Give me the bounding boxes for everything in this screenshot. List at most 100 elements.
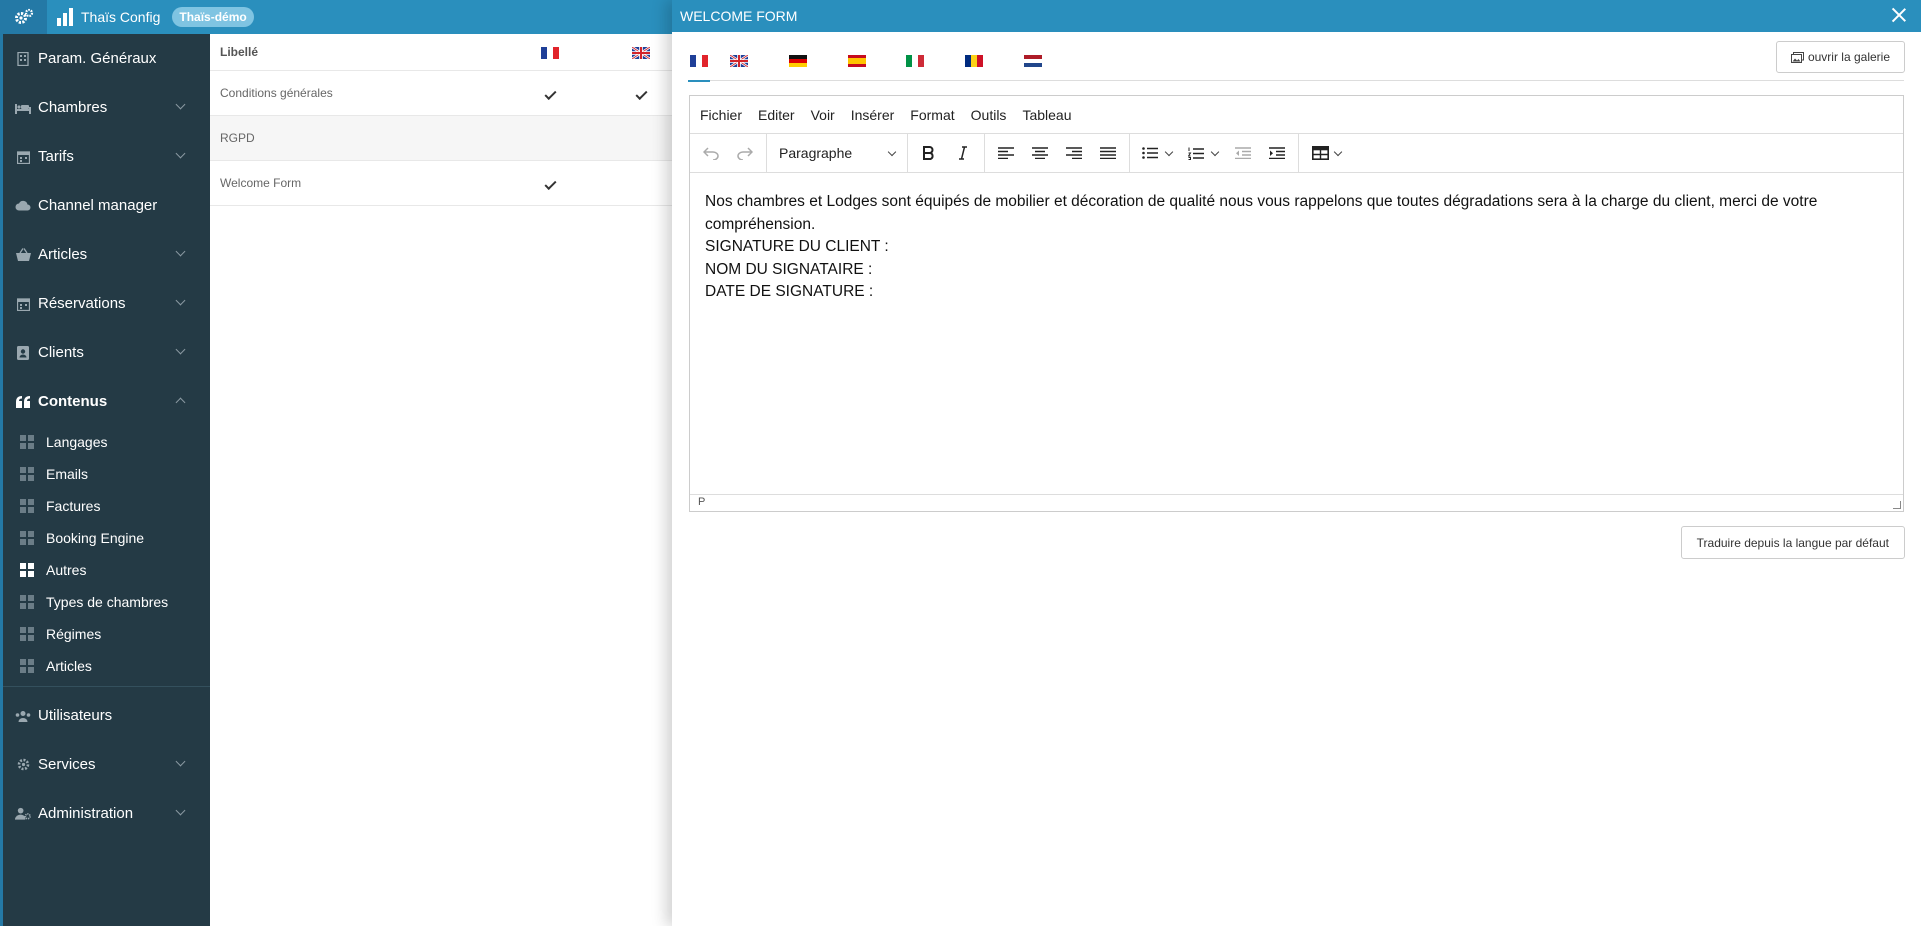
indent-button[interactable]	[1260, 138, 1294, 168]
flag-fr-icon	[541, 46, 559, 59]
tab-lang-es[interactable]	[827, 40, 886, 81]
cloud-icon	[15, 198, 31, 214]
check-fr-cell	[490, 176, 610, 191]
flag-it-icon	[906, 54, 925, 67]
cogs-icon	[14, 8, 33, 24]
menu-format[interactable]: Format	[904, 107, 960, 123]
align-left-button[interactable]	[989, 138, 1023, 168]
sidebar-item-articles[interactable]: Articles	[3, 230, 210, 279]
italic-button[interactable]	[946, 138, 980, 168]
table-row[interactable]: RGPD	[210, 116, 672, 161]
row-label: RGPD	[220, 131, 255, 145]
sidebar-item-label: Réservations	[38, 295, 126, 312]
sidebar: Param. Généraux Chambres Tarifs Channel …	[0, 34, 210, 926]
sidebar-item-label: Services	[38, 756, 96, 773]
sidebar-item-contenus[interactable]: Contenus	[3, 377, 210, 426]
editor-content[interactable]: Nos chambres et Lodges sont équipés de m…	[690, 173, 1903, 494]
column-header-libelle[interactable]: Libellé	[210, 45, 490, 59]
list-group	[1130, 133, 1299, 173]
align-left-icon	[998, 147, 1014, 159]
content-line-nom-signataire: NOM DU SIGNATAIRE :	[705, 260, 873, 278]
tab-lang-fr[interactable]	[688, 40, 710, 82]
sidebar-item-services[interactable]: Services	[3, 740, 210, 789]
tab-lang-de[interactable]	[769, 40, 828, 81]
sidebar-item-chambres[interactable]: Chambres	[3, 83, 210, 132]
sidebar-subitem-label: Langages	[46, 434, 108, 450]
sidebar-subitem-langages[interactable]: Langages	[3, 426, 210, 458]
redo-icon	[737, 147, 753, 160]
grid-icon	[20, 531, 34, 545]
redo-button[interactable]	[728, 138, 762, 168]
tab-lang-nl[interactable]	[1003, 40, 1062, 81]
check-en-cell	[610, 86, 672, 101]
menu-editer[interactable]: Editer	[752, 107, 801, 123]
bullet-list-button[interactable]	[1134, 138, 1180, 168]
numbered-list-button[interactable]	[1180, 138, 1226, 168]
sidebar-subitem-label: Emails	[46, 466, 89, 482]
align-justify-button[interactable]	[1091, 138, 1125, 168]
sidebar-item-reservations[interactable]: Réservations	[3, 279, 210, 328]
block-format-value: Paragraphe	[779, 145, 853, 161]
tab-lang-ro[interactable]	[945, 40, 1004, 81]
check-icon	[634, 87, 648, 101]
align-right-button[interactable]	[1057, 138, 1091, 168]
sidebar-subitem-label: Articles	[46, 658, 92, 674]
flag-es-icon	[847, 54, 866, 67]
sidebar-subitem-label: Booking Engine	[46, 530, 145, 546]
table-button[interactable]	[1303, 138, 1349, 168]
sidebar-subitem-factures[interactable]: Factures	[3, 490, 210, 522]
resize-handle-icon[interactable]	[1893, 501, 1901, 509]
environment-badge[interactable]: Thaïs-démo	[172, 7, 254, 27]
menu-outils[interactable]: Outils	[965, 107, 1013, 123]
menu-tableau[interactable]: Tableau	[1016, 107, 1077, 123]
sidebar-item-tarifs[interactable]: Tarifs	[3, 132, 210, 181]
open-gallery-button[interactable]: ouvrir la galerie	[1775, 41, 1905, 73]
sidebar-item-clients[interactable]: Clients	[3, 328, 210, 377]
sidebar-subitem-types-de-chambres[interactable]: Types de chambres	[3, 586, 210, 618]
block-format-select[interactable]: Paragraphe	[771, 138, 903, 168]
alignment-group	[985, 133, 1130, 173]
align-justify-icon	[1100, 147, 1116, 159]
chevron-down-icon	[175, 148, 186, 159]
table-row[interactable]: Conditions générales	[210, 71, 672, 116]
settings-menu-button[interactable]	[0, 0, 47, 34]
sidebar-item-channel-manager[interactable]: Channel manager	[3, 181, 210, 230]
sidebar-item-utilisateurs[interactable]: Utilisateurs	[3, 691, 210, 740]
sidebar-item-administration[interactable]: Administration	[3, 789, 210, 838]
brand-name[interactable]: Thaïs Config	[81, 9, 160, 25]
undo-button[interactable]	[694, 138, 728, 168]
chevron-down-icon	[1210, 147, 1220, 156]
tab-lang-it[interactable]	[886, 40, 945, 81]
editor-toolbar: Paragraphe	[690, 133, 1903, 173]
bold-icon	[923, 146, 934, 160]
chevron-down-icon	[175, 344, 186, 355]
sidebar-subitem-articles[interactable]: Articles	[3, 650, 210, 682]
sidebar-subitem-regimes[interactable]: Régimes	[3, 618, 210, 650]
close-icon[interactable]	[1891, 7, 1907, 23]
sidebar-subitem-label: Factures	[46, 498, 101, 514]
table-group	[1299, 134, 1353, 173]
align-center-button[interactable]	[1023, 138, 1057, 168]
sidebar-subitem-autres[interactable]: Autres	[3, 554, 210, 586]
sidebar-subitem-booking-engine[interactable]: Booking Engine	[3, 522, 210, 554]
sidebar-item-param-generaux[interactable]: Param. Généraux	[3, 34, 210, 83]
column-header-fr	[490, 45, 610, 59]
bold-button[interactable]	[912, 138, 946, 168]
sidebar-item-label: Contenus	[38, 393, 108, 410]
translate-default-language-button[interactable]: Traduire depuis la langue par défaut	[1680, 526, 1905, 559]
indent-icon	[1269, 147, 1285, 159]
table-header-row: Libellé	[210, 34, 672, 71]
outdent-button[interactable]	[1226, 138, 1260, 168]
menu-fichier[interactable]: Fichier	[694, 107, 748, 123]
column-header-en	[610, 45, 672, 60]
sidebar-subitem-emails[interactable]: Emails	[3, 458, 210, 490]
element-path[interactable]: P	[698, 496, 705, 508]
menu-inserer[interactable]: Insérer	[845, 107, 901, 123]
app-root: Thaïs Config Thaïs-démo Param. Généraux …	[0, 0, 1921, 926]
grid-icon	[20, 627, 34, 641]
tab-lang-en[interactable]	[710, 40, 769, 81]
content-table: Libellé Conditions générales RGPD Welcom…	[210, 34, 672, 926]
history-group	[690, 133, 767, 173]
menu-voir[interactable]: Voir	[805, 107, 841, 123]
table-row[interactable]: Welcome Form	[210, 161, 672, 206]
